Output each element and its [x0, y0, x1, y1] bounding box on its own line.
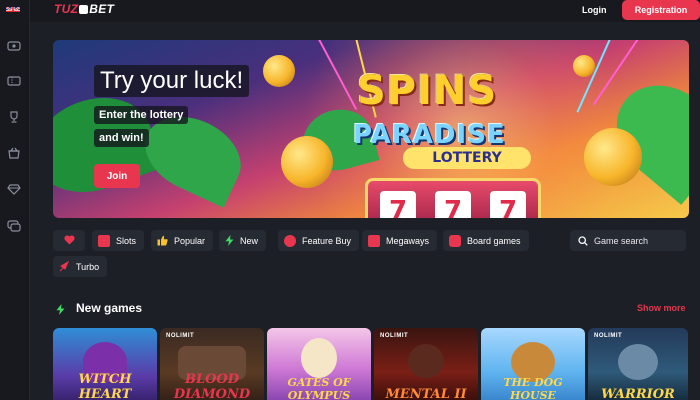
- game-search[interactable]: [570, 230, 686, 251]
- game-card-title: WITCH HEART: [78, 372, 132, 400]
- gold-coin: [584, 128, 642, 186]
- bolt-icon: [225, 235, 234, 246]
- live-icon[interactable]: [7, 39, 21, 53]
- logo-text-part2: BET: [89, 2, 115, 16]
- game-card-brand: NOLIMIT: [380, 333, 409, 339]
- gold-coin: [281, 136, 333, 188]
- sidebar: [0, 0, 30, 400]
- game-card-brand: NOLIMIT: [594, 333, 623, 339]
- game-card-title: BLOOD DIAMOND: [173, 372, 251, 400]
- search-icon: [578, 235, 588, 246]
- ticket-icon[interactable]: [7, 74, 21, 88]
- game-card[interactable]: NOLIMIT WARRIOR: [588, 328, 688, 400]
- filter-popular[interactable]: Popular: [151, 230, 214, 251]
- card-art: [408, 344, 444, 378]
- slot-reel: 7: [380, 191, 416, 218]
- gold-coin: [573, 55, 595, 77]
- filter-label: Turbo: [76, 261, 100, 272]
- slot-reel: 7: [435, 191, 471, 218]
- lottery-banner[interactable]: SPINS PARADISE LOTTERY 7 7 7 Try your lu…: [53, 40, 689, 218]
- game-card[interactable]: THE DOG HOUSE: [481, 328, 585, 400]
- gold-coin: [263, 55, 295, 87]
- filter-label: Feature Buy: [302, 235, 352, 246]
- basket-icon[interactable]: [7, 146, 21, 160]
- feature-buy-icon: [284, 234, 296, 247]
- card-art: [618, 344, 658, 380]
- banner-art-lottery: LOTTERY: [403, 147, 531, 169]
- game-card[interactable]: NOLIMIT BLOOD DIAMOND: [160, 328, 264, 400]
- filter-turbo[interactable]: Turbo: [53, 256, 108, 277]
- game-card-title: THE DOG HOUSE: [503, 376, 563, 400]
- registration-button[interactable]: Registration: [622, 0, 700, 20]
- filter-label: Popular: [174, 235, 206, 246]
- banner-art-spins: SPINS: [357, 68, 498, 114]
- site-logo[interactable]: TUZ BET: [54, 2, 114, 16]
- filter-new[interactable]: New: [219, 230, 267, 251]
- banner-title: Try your luck!: [94, 65, 250, 97]
- login-button[interactable]: Login: [582, 1, 607, 19]
- heart-icon: [63, 234, 75, 247]
- logo-dice-icon: [79, 5, 89, 14]
- chat-icon[interactable]: [7, 219, 21, 233]
- show-more-link[interactable]: Show more: [637, 303, 686, 313]
- logo-text-part1: TUZ: [54, 2, 79, 16]
- board-games-icon: [449, 234, 461, 247]
- diamond-icon[interactable]: [7, 182, 21, 196]
- section-title-new-games: New games: [76, 301, 143, 315]
- filter-label: Megaways: [386, 235, 430, 246]
- top-header: TUZ BET Login Registration: [30, 0, 700, 22]
- banner-art-paradise: PARADISE: [353, 120, 506, 150]
- turbo-icon: [59, 261, 70, 272]
- game-card[interactable]: GATES OF OLYMPUS: [267, 328, 371, 400]
- card-art: [301, 338, 337, 378]
- filter-board-games[interactable]: Board games: [443, 230, 529, 251]
- filter-megaways[interactable]: Megaways: [362, 230, 438, 251]
- flag-uk-icon[interactable]: [6, 3, 20, 12]
- filter-label: Slots: [116, 235, 137, 246]
- new-games-bolt-icon: [56, 302, 65, 320]
- banner-subtitle-line2: and win!: [94, 129, 149, 147]
- slot-reel: 7: [490, 191, 526, 218]
- banner-subtitle-line1: Enter the lottery: [94, 106, 189, 124]
- filter-feature-buy[interactable]: Feature Buy: [278, 230, 360, 251]
- game-card[interactable]: WITCH HEART: [53, 328, 157, 400]
- slot-machine-art: 7 7 7: [365, 178, 541, 218]
- filter-favorites[interactable]: [53, 230, 85, 251]
- slots-icon: [98, 234, 110, 247]
- join-button[interactable]: Join: [94, 164, 140, 188]
- filter-label: New: [240, 235, 259, 246]
- filter-label: Board games: [467, 235, 521, 246]
- thumbs-up-icon: [157, 235, 168, 246]
- trophy-icon[interactable]: [7, 110, 21, 124]
- game-card[interactable]: NOLIMIT MENTAL II: [374, 328, 478, 400]
- game-card-title: MENTAL II: [385, 387, 467, 400]
- game-card-title: WARRIOR: [601, 387, 675, 400]
- game-card-brand: NOLIMIT: [166, 333, 195, 339]
- megaways-icon: [368, 234, 380, 247]
- filter-slots[interactable]: Slots: [92, 230, 145, 251]
- search-input[interactable]: [594, 235, 680, 246]
- game-card-title: GATES OF OLYMPUS: [287, 376, 351, 400]
